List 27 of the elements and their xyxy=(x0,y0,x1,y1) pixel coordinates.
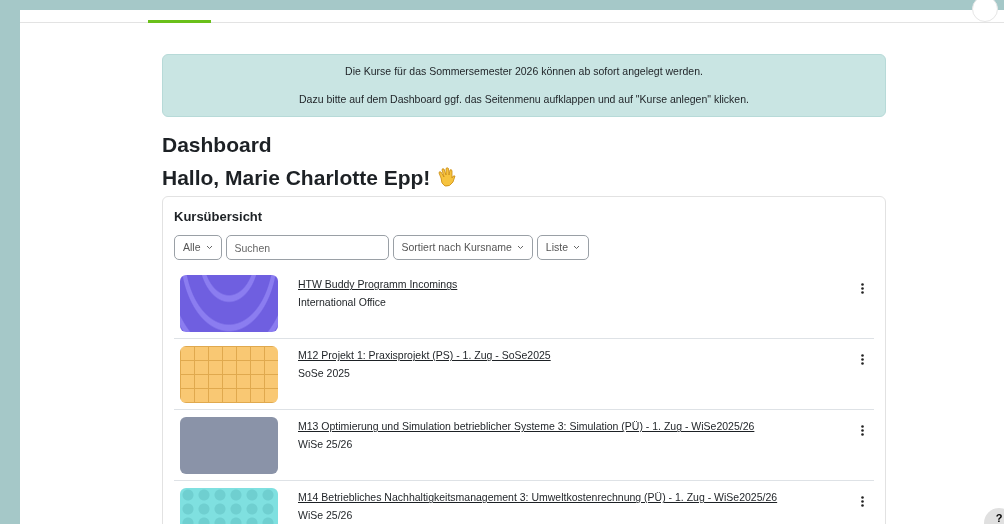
notice-alert: Die Kurse für das Sommersemester 2026 können ab sofort angelegt werden. Dazu bitte auf dem Dashboard ggf. das Seitenmenu aufklappen und auf "Kurse anlegen" klicken. xyxy=(162,54,886,117)
section-title: Kursübersicht xyxy=(174,207,264,226)
kebab-menu-icon xyxy=(861,424,864,436)
kebab-menu-icon xyxy=(861,282,864,294)
kebab-menu-icon xyxy=(861,495,864,507)
course-link[interactable]: HTW Buddy Programm Incomings xyxy=(298,278,458,291)
caret-icon xyxy=(516,245,524,251)
sort-dropdown[interactable]: Sortiert nach Kursname xyxy=(392,235,533,261)
course-category: WiSe 25/26 xyxy=(298,508,354,524)
search-field[interactable]: Suchen xyxy=(225,235,389,261)
view-dropdown[interactable]: Liste xyxy=(536,235,589,261)
waving-hand-icon xyxy=(436,166,459,189)
course-category: WiSe 25/26 xyxy=(298,437,354,453)
course-category: International Office xyxy=(298,295,387,311)
course-link[interactable]: M12 Projekt 1: Praxisprojekt (PS) - 1. Zug - SoSe2025 xyxy=(298,349,551,362)
course-link[interactable]: M14 Betriebliches Nachhaltigkeitsmanagement 3: Umweltkostenrechnung (PÜ) - 1. Zug - WiSe2025/26 xyxy=(298,491,778,504)
photo-placeholder[interactable] xyxy=(180,417,278,475)
caret-icon xyxy=(573,245,580,251)
course-category: SoSe 2025 xyxy=(298,366,351,382)
page-title: Dashboard xyxy=(162,131,273,157)
caret-icon xyxy=(205,245,213,251)
greeting: Hallo, Marie Charlotte Epp! xyxy=(162,164,431,190)
kebab-menu-icon xyxy=(861,353,864,365)
filter-dropdown[interactable]: Alle xyxy=(174,235,222,261)
help-button[interactable]: ? xyxy=(984,508,1004,524)
course-image[interactable] xyxy=(180,275,278,333)
course-link[interactable]: M13 Optimierung und Simulation betrieblicher Systeme 3: Simulation (PÜ) - 1. Zug - WiSe2025/26 xyxy=(298,420,755,433)
